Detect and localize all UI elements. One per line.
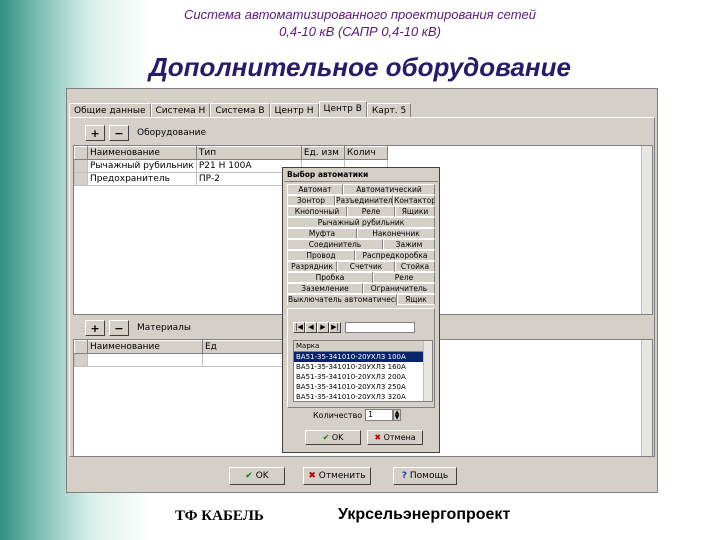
ptab-box[interactable]: Ящик (397, 294, 435, 305)
quantity-input[interactable]: 1 (365, 409, 393, 421)
help-button-label: Помощь (409, 471, 449, 481)
ptab-boxes[interactable]: Ящики (395, 206, 435, 217)
ptab-post[interactable]: Стойка (395, 261, 435, 272)
ptab-arrester[interactable]: Разрядник (287, 261, 337, 272)
materials-section-title: Материалы (137, 323, 191, 333)
ptab-automat[interactable]: Автомат (287, 184, 343, 195)
list-item[interactable]: ВА51-35-341010-20УХЛ3 320А (294, 392, 432, 401)
ptab-limiter[interactable]: Ограничитель (363, 283, 435, 294)
ptab-circuit-breaker[interactable]: Выключатель автоматический (287, 294, 397, 305)
dialog-ok-label: OK (331, 433, 344, 442)
nav-next-button[interactable]: ▶ (317, 322, 329, 333)
dialog-cancel-button[interactable]: ✖ Отмена (367, 430, 423, 445)
cell-unit[interactable] (202, 353, 288, 367)
tab-system-v[interactable]: Система В (210, 103, 270, 118)
breaker-list[interactable]: Марка ВА51-35-341010-20УХЛ3 100А ВА51-35… (293, 340, 433, 402)
ptab-relay2[interactable]: Реле (373, 272, 435, 283)
ok-button-label: OK (255, 471, 269, 481)
list-header: Марка (294, 341, 432, 352)
ptab-zontor[interactable]: Зонтор (287, 195, 335, 206)
quantity-spinner[interactable]: ▲ ▼ (393, 409, 401, 421)
row-indicator-header (74, 146, 88, 160)
cross-icon: ✖ (374, 433, 382, 442)
col-unit-header[interactable]: Ед. изм (300, 146, 345, 160)
col-name-header[interactable]: Наименование (87, 340, 203, 354)
ptab-button[interactable]: Кнопочный (287, 206, 347, 217)
footer-company-right: Укрсельэнергопроект (338, 506, 511, 523)
ptab-clamp[interactable]: Зажим (383, 239, 435, 250)
list-item[interactable]: ВА51-35-341010-20УХЛ3 100А (294, 352, 432, 362)
equipment-remove-button[interactable]: − (109, 125, 129, 141)
tab-center-v[interactable]: Центр В (318, 101, 367, 118)
dialog-cancel-label: Отмена (383, 433, 416, 442)
cell-name[interactable] (87, 353, 203, 367)
cancel-button-label: Отменить (318, 471, 366, 481)
slide-title: Система автоматизированного проектирован… (0, 6, 720, 40)
row-indicator (74, 159, 88, 173)
equipment-section-title: Оборудование (137, 128, 206, 138)
list-scrollbar[interactable] (423, 341, 432, 401)
ptab-connector[interactable]: Соединитель (287, 239, 383, 250)
cell-name[interactable]: Рычажный рубильник (87, 159, 197, 173)
row-indicator (74, 172, 88, 186)
ptab-disconnector[interactable]: Разъединитель (335, 195, 393, 206)
materials-table: Наименование Ед (74, 340, 288, 367)
ptab-wire[interactable]: Провод (287, 250, 355, 261)
tab-center-n[interactable]: Центр Н (269, 103, 319, 118)
tab-system-n[interactable]: Система Н (150, 103, 211, 118)
equipment-header-row: Наименование Тип Ед. изм Колич (74, 146, 388, 160)
window-tabs: Общие данные Система Н Система В Центр Н… (69, 101, 412, 118)
materials-header-row: Наименование Ед (74, 340, 288, 354)
ptab-plug[interactable]: Пробка (287, 272, 373, 283)
col-name-header[interactable]: Наименование (87, 146, 197, 160)
help-icon: ? (401, 471, 407, 481)
cell-name[interactable]: Предохранитель (87, 172, 197, 186)
slide-title-line2: 0,4-10 кВ (САПР 0,4-10 кВ) (279, 24, 441, 39)
nav-prev-button[interactable]: ◀ (305, 322, 317, 333)
equipment-add-button[interactable]: + (85, 125, 105, 141)
check-icon: ✔ (322, 433, 330, 442)
ptab-contactor[interactable]: Контактор (393, 195, 435, 206)
tab-general[interactable]: Общие данные (69, 103, 151, 118)
table-row[interactable] (74, 353, 288, 367)
nav-first-button[interactable]: |◀ (293, 322, 305, 333)
col-type-header[interactable]: Тип (195, 146, 302, 160)
row-indicator-header (74, 340, 88, 354)
check-icon: ✔ (245, 471, 253, 481)
list-item[interactable]: ВА51-35-341010-20УХЛ3 160А (294, 362, 432, 372)
filter-input[interactable] (345, 322, 415, 333)
slide-title-line1: Система автоматизированного проектирован… (183, 7, 537, 22)
automatic-selection-dialog: Выбор автоматики Автомат Автоматический … (282, 167, 440, 453)
col-unit-header[interactable]: Ед (202, 340, 288, 354)
equipment-scrollbar[interactable] (641, 146, 652, 314)
ptab-relay[interactable]: Реле (347, 206, 395, 217)
materials-scrollbar[interactable] (641, 340, 652, 456)
materials-add-button[interactable]: + (85, 320, 105, 336)
cross-icon: ✖ (308, 471, 316, 481)
ok-button[interactable]: ✔ OK (229, 467, 285, 485)
footer-company-left: ТФ КАБЕЛЬ (175, 508, 264, 524)
dialog-ok-button[interactable]: ✔ OK (305, 430, 361, 445)
ptab-lug[interactable]: Наконечник (357, 228, 435, 239)
ptab-meter[interactable]: Счетчик (337, 261, 395, 272)
list-item[interactable]: ВА51-35-341010-20УХЛ3 200А (294, 372, 432, 382)
col-qty-header[interactable]: Колич (343, 146, 388, 160)
slide-heading: Дополнительное оборудование (149, 52, 571, 82)
tab-card5[interactable]: Карт. 5 (366, 103, 412, 118)
ptab-grounding[interactable]: Заземление (287, 283, 363, 294)
materials-remove-button[interactable]: − (109, 320, 129, 336)
ptab-coupling[interactable]: Муфта (287, 228, 357, 239)
cancel-button[interactable]: ✖ Отменить (303, 467, 371, 485)
help-button[interactable]: ? Помощь (393, 467, 457, 485)
nav-last-button[interactable]: ▶| (329, 322, 341, 333)
list-item[interactable]: ВА51-35-341010-20УХЛ3 250А (294, 382, 432, 392)
quantity-label: Количество (313, 411, 363, 420)
ptab-automatic[interactable]: Автоматический (343, 184, 435, 195)
dialog-title: Выбор автоматики (284, 169, 438, 182)
ptab-junction-box[interactable]: Распредкоробка (355, 250, 435, 261)
row-indicator (74, 353, 88, 367)
ptab-lever-switch[interactable]: Рычажный рубильник (287, 217, 435, 228)
